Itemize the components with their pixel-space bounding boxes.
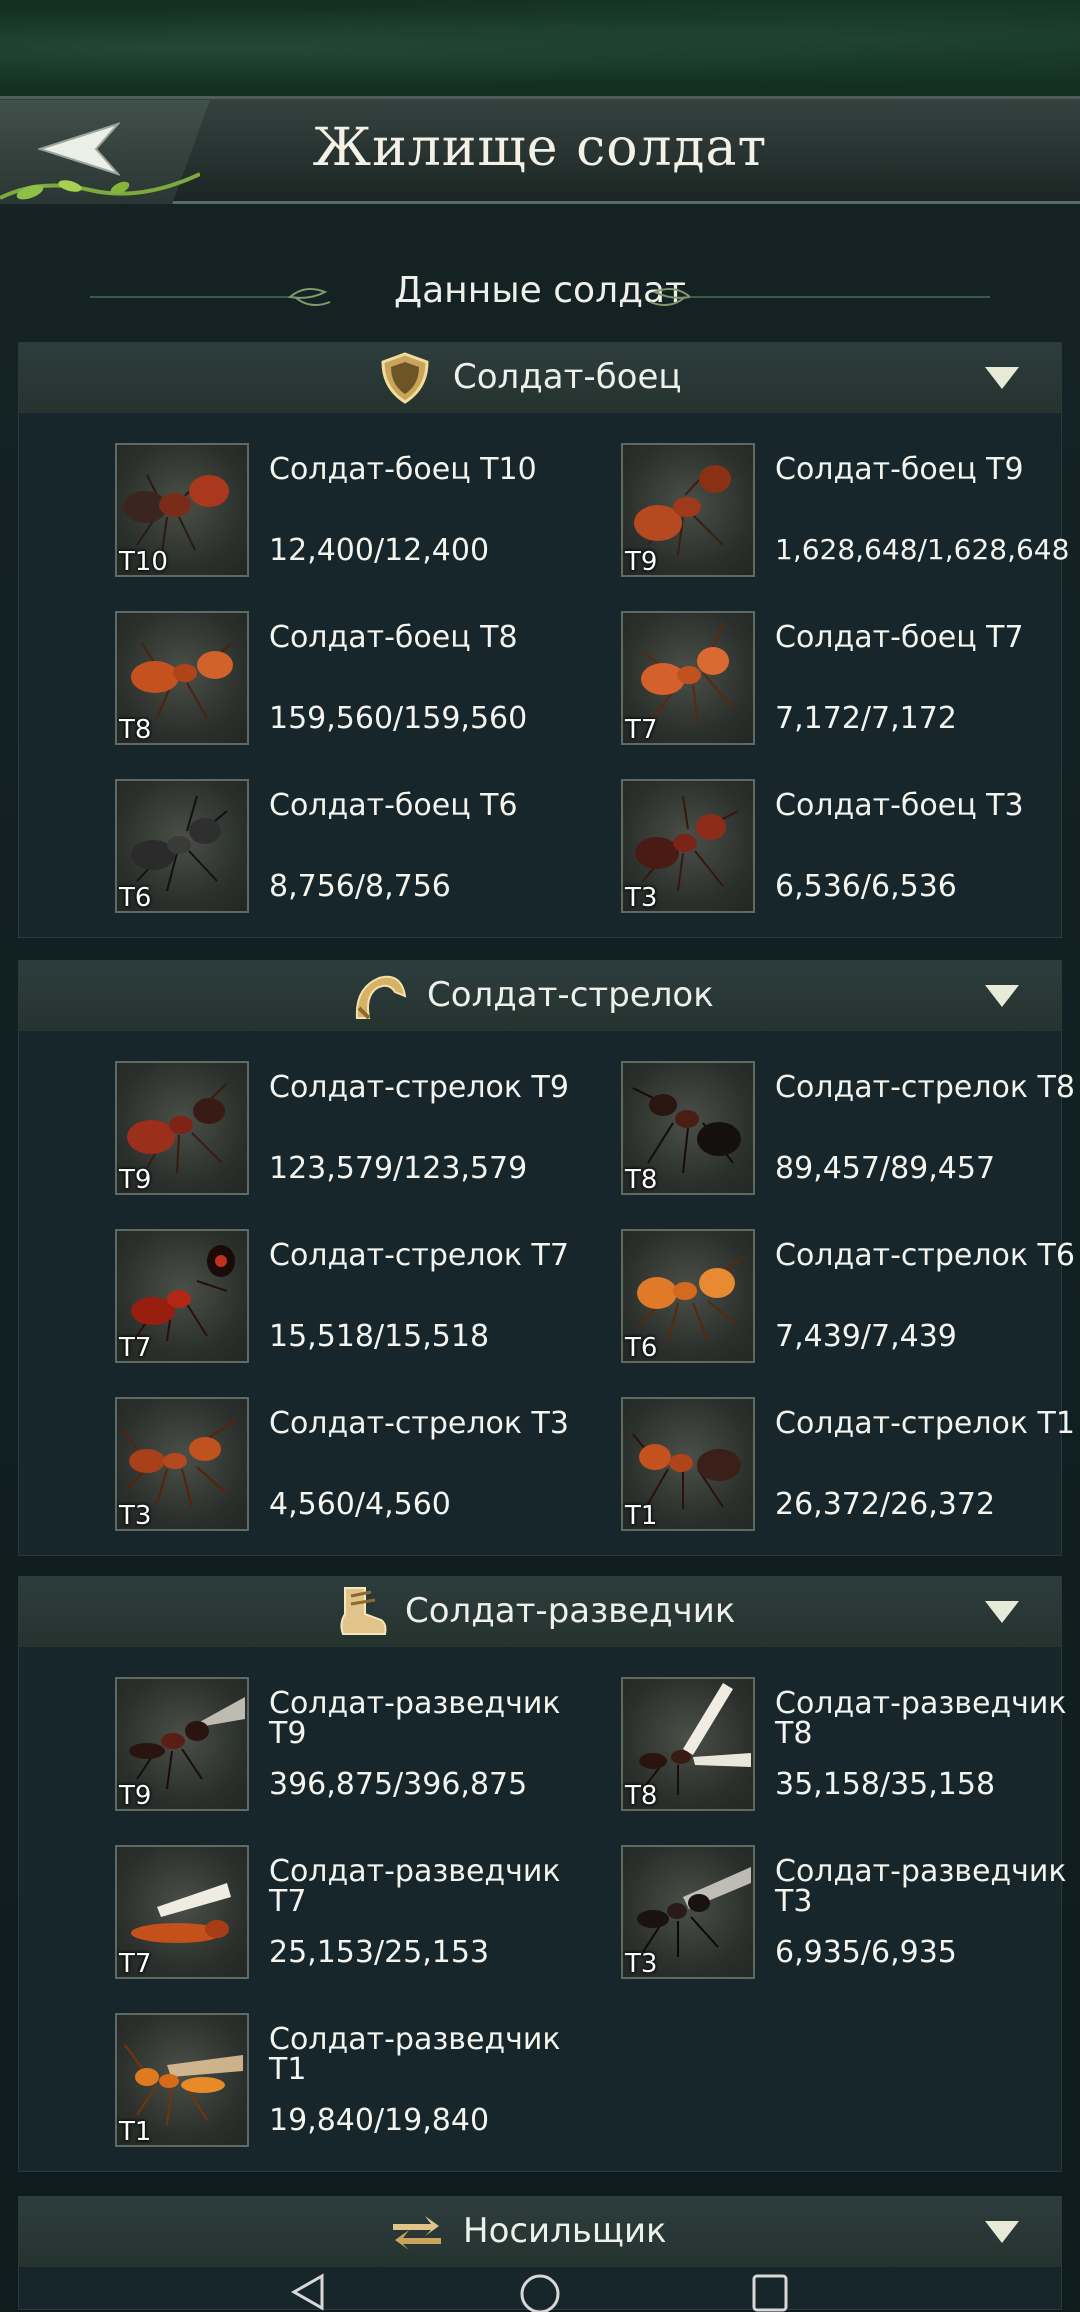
unit-name: Солдат-разведчик Т7 (269, 1854, 561, 1919)
unit-name: Солдат-стрелок Т7 (269, 1238, 569, 1273)
unit-count: 15,518/15,518 (269, 1319, 490, 1354)
unit-count: 12,400/12,400 (269, 533, 490, 568)
chevron-down-icon[interactable] (985, 2221, 1019, 2243)
section-fighter-header[interactable]: Солдат-боец (19, 343, 1061, 413)
unit-name: Солдат-боец Т3 (775, 788, 1024, 823)
unit-count: 4,560/4,560 (269, 1487, 451, 1522)
unit-name: Солдат-стрелок Т3 (269, 1406, 569, 1441)
boot-icon (340, 1587, 387, 1635)
unit-card[interactable]: T3 Солдат-стрелок Т3 4,560/4,560 (115, 1397, 595, 1533)
unit-card[interactable]: T8 Солдат-разведчик Т8 35,158/35,158 (621, 1677, 1080, 1813)
unit-count: 7,172/7,172 (775, 701, 957, 736)
unit-card[interactable]: T1 Солдат-разведчик Т1 19,840/19,840 (115, 2013, 595, 2149)
tier-badge: T6 (119, 883, 152, 913)
section-shooter-header[interactable]: Солдат-стрелок (19, 961, 1061, 1031)
unit-card[interactable]: T9 Солдат-разведчик Т9 396,875/396,875 (115, 1677, 595, 1813)
unit-name: Солдат-боец Т7 (775, 620, 1024, 655)
section-fighter: Солдат-боец T10 Солдат-боец Т10 12,400/1… (18, 342, 1069, 938)
unit-count: 25,153/25,153 (269, 1935, 490, 1970)
section-shooter-label: Солдат-стрелок (427, 975, 714, 1015)
tier-badge: T7 (119, 1333, 152, 1363)
top-background (0, 0, 1080, 96)
section-scout-header[interactable]: Солдат-разведчик (19, 1577, 1061, 1647)
tier-badge: T3 (625, 883, 658, 913)
unit-card[interactable]: T6 Солдат-боец Т6 8,756/8,756 (115, 779, 595, 915)
section-scout-label: Солдат-разведчик (405, 1591, 736, 1631)
unit-card[interactable]: T7 Солдат-разведчик Т7 25,153/25,153 (115, 1845, 595, 1981)
unit-name: Солдат-стрелок Т9 (269, 1070, 569, 1105)
unit-card[interactable]: T3 Солдат-разведчик Т3 6,935/6,935 (621, 1845, 1080, 1981)
unit-count: 1,628,648/1,628,648 (775, 533, 1070, 566)
unit-name: Солдат-стрелок Т6 (775, 1238, 1075, 1273)
tier-badge: T8 (119, 715, 152, 745)
unit-name: Солдат-разведчик Т3 (775, 1854, 1067, 1919)
unit-name: Солдат-боец Т6 (269, 788, 518, 823)
unit-card[interactable]: T9 Солдат-боец Т9 1,628,648/1,628,648 (621, 443, 1080, 579)
page-title: Жилище солдат (312, 118, 768, 178)
chevron-down-icon[interactable] (985, 985, 1019, 1007)
tier-badge: T9 (625, 547, 658, 577)
unit-card[interactable]: T8 Солдат-боец Т8 159,560/159,560 (115, 611, 595, 747)
tier-badge: T9 (119, 1781, 152, 1811)
vine-decoration (0, 172, 200, 200)
chevron-down-icon[interactable] (985, 367, 1019, 389)
unit-card[interactable]: T1 Солдат-стрелок Т1 26,372/26,372 (621, 1397, 1080, 1533)
tier-badge: T8 (625, 1165, 658, 1195)
section-carrier-header[interactable]: Носильщик (19, 2197, 1061, 2267)
unit-card[interactable]: T9 Солдат-стрелок Т9 123,579/123,579 (115, 1061, 595, 1197)
section-scout: Солдат-разведчик T9 Солдат-разведчик Т9 … (18, 1576, 1067, 2172)
unit-count: 396,875/396,875 (269, 1767, 528, 1802)
arrows-swap-icon (393, 2216, 441, 2250)
tier-badge: T3 (119, 1501, 152, 1531)
tier-badge: T8 (625, 1781, 658, 1811)
unit-count: 6,935/6,935 (775, 1935, 957, 1970)
tier-badge: T6 (625, 1333, 658, 1363)
tier-badge: T1 (119, 2117, 152, 2147)
unit-card[interactable]: T3 Солдат-боец Т3 6,536/6,536 (621, 779, 1080, 915)
unit-count: 6,536/6,536 (775, 869, 957, 904)
unit-name: Солдат-боец Т10 (269, 452, 537, 487)
unit-count: 19,840/19,840 (269, 2103, 490, 2138)
unit-count: 26,372/26,372 (775, 1487, 996, 1522)
unit-count: 159,560/159,560 (269, 701, 528, 736)
unit-count: 35,158/35,158 (775, 1767, 996, 1802)
unit-count: 123,579/123,579 (269, 1151, 528, 1186)
nav-recents-icon[interactable] (746, 2272, 794, 2312)
shield-icon (381, 352, 429, 404)
tier-badge: T3 (625, 1949, 658, 1979)
tier-badge: T9 (119, 1165, 152, 1195)
tier-badge: T7 (119, 1949, 152, 1979)
unit-count: 8,756/8,756 (269, 869, 451, 904)
unit-count: 89,457/89,457 (775, 1151, 996, 1186)
unit-name: Солдат-боец Т8 (269, 620, 518, 655)
tier-badge: T10 (119, 547, 168, 577)
system-nav-bar (0, 2266, 1080, 2312)
unit-count: 7,439/7,439 (775, 1319, 957, 1354)
unit-card[interactable]: T7 Солдат-стрелок Т7 15,518/15,518 (115, 1229, 595, 1365)
unit-name: Солдат-стрелок Т1 (775, 1406, 1075, 1441)
chevron-down-icon[interactable] (985, 1601, 1019, 1623)
unit-name: Солдат-разведчик Т1 (269, 2022, 561, 2087)
unit-name: Солдат-боец Т9 (775, 452, 1024, 487)
section-fighter-label: Солдат-боец (453, 357, 682, 397)
unit-name: Солдат-разведчик Т9 (269, 1686, 561, 1751)
unit-name: Солдат-разведчик Т8 (775, 1686, 1067, 1751)
unit-card[interactable]: T7 Солдат-боец Т7 7,172/7,172 (621, 611, 1080, 747)
claw-icon (355, 975, 407, 1020)
nav-home-icon[interactable] (516, 2272, 564, 2312)
unit-card[interactable]: T10 Солдат-боец Т10 12,400/12,400 (115, 443, 595, 579)
unit-name: Солдат-стрелок Т8 (775, 1070, 1075, 1105)
tier-badge: T1 (625, 1501, 658, 1531)
nav-back-icon[interactable] (286, 2272, 334, 2312)
tier-badge: T7 (625, 715, 658, 745)
leaf-ornament-right (649, 287, 990, 307)
section-shooter: Солдат-стрелок T9 Солдат-стрелок Т9 123,… (18, 960, 1075, 1556)
unit-card[interactable]: T8 Солдат-стрелок Т8 89,457/89,457 (621, 1061, 1080, 1197)
section-carrier-label: Носильщик (463, 2211, 667, 2251)
unit-card[interactable]: T6 Солдат-стрелок Т6 7,439/7,439 (621, 1229, 1080, 1365)
